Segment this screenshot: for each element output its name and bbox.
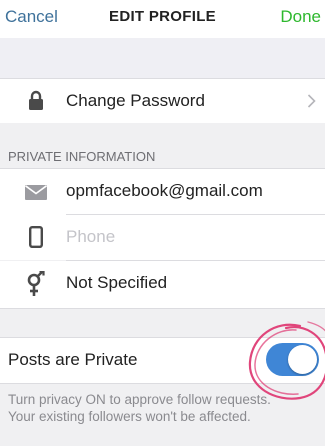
section-title: PRIVATE INFORMATION: [8, 149, 156, 164]
envelope-icon: [24, 184, 48, 200]
change-password-label: Change Password: [66, 91, 205, 110]
lock-icon: [24, 90, 48, 110]
gender-icon: [24, 271, 48, 297]
privacy-note-line-2: Your existing followers won't be affecte…: [8, 409, 251, 424]
phone-field[interactable]: Phone: [66, 227, 115, 247]
phone-row[interactable]: Phone: [0, 215, 325, 260]
navigation-bar: Cancel EDIT PROFILE Done: [0, 0, 325, 38]
section-spacer: [0, 38, 325, 78]
email-field: opmfacebook@gmail.com: [66, 181, 263, 200]
posts-private-toggle[interactable]: [266, 343, 319, 376]
change-password-row[interactable]: Change Password: [0, 78, 325, 124]
gender-row[interactable]: Not Specified: [0, 261, 325, 309]
gender-field: Not Specified: [66, 273, 168, 292]
phone-icon: [24, 226, 48, 248]
section-spacer: [0, 309, 325, 337]
email-row[interactable]: opmfacebook@gmail.com: [0, 168, 325, 215]
section-header-private-information: PRIVATE INFORMATION: [0, 123, 325, 168]
posts-private-label: Posts are Private: [8, 350, 138, 369]
privacy-note: Turn privacy ON to approve follow reques…: [8, 391, 320, 425]
toggle-knob: [288, 345, 317, 374]
privacy-note-line-1: Turn privacy ON to approve follow reques…: [8, 392, 271, 407]
chevron-right-icon: [307, 94, 319, 108]
done-button[interactable]: Done: [280, 7, 321, 27]
page-title: EDIT PROFILE: [109, 8, 216, 25]
